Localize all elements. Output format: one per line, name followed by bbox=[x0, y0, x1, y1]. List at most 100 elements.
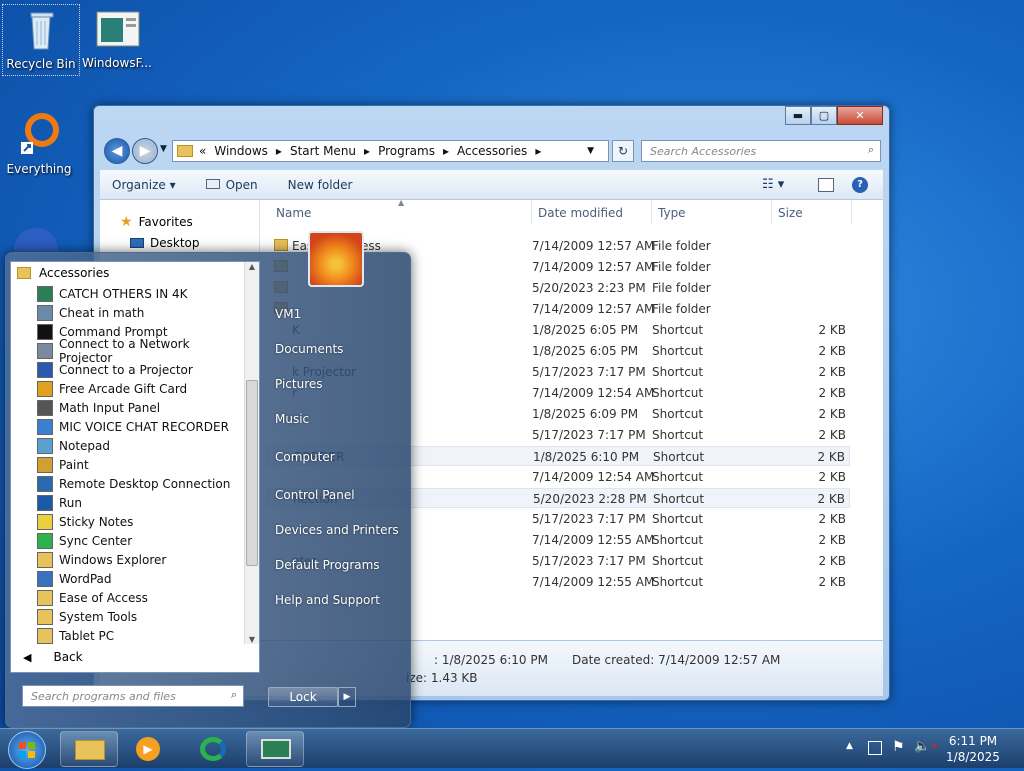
address-bar[interactable]: « Windows ▸ Start Menu ▸ Programs ▸ Accesso… bbox=[172, 140, 609, 162]
start-search-input[interactable]: Search programs and files ⌕ bbox=[22, 685, 244, 707]
open-button[interactable]: Open bbox=[205, 178, 258, 192]
row-size: 2 KB bbox=[818, 470, 846, 484]
address-segment-windows[interactable]: Windows bbox=[214, 144, 268, 158]
program-item[interactable]: Tablet PC bbox=[11, 626, 241, 645]
program-item[interactable]: Connect to a Network Projector bbox=[11, 337, 241, 365]
row-date: 7/14/2009 12:55 AM bbox=[532, 575, 655, 589]
chevron-right-icon[interactable]: ▸ bbox=[443, 144, 449, 158]
program-item[interactable]: MIC VOICE CHAT RECORDER bbox=[11, 417, 241, 436]
address-segment-accessories[interactable]: Accessories bbox=[457, 144, 527, 158]
network-icon[interactable] bbox=[868, 741, 882, 755]
program-item[interactable]: System Tools bbox=[11, 607, 241, 626]
column-date-modified[interactable]: Date modified bbox=[532, 200, 652, 224]
back-button[interactable]: ◀ Back bbox=[23, 650, 83, 664]
help-icon[interactable]: ? bbox=[852, 176, 868, 193]
address-segment-programs[interactable]: Programs bbox=[378, 144, 435, 158]
explorer-search-input[interactable]: Search Accessories ⌕ bbox=[641, 140, 881, 162]
taskbar-media-player[interactable]: ▶ bbox=[120, 731, 178, 767]
scroll-thumb[interactable] bbox=[246, 380, 258, 566]
recent-pages-chevron-icon[interactable]: ▼ bbox=[160, 144, 167, 154]
scroll-down-icon[interactable]: ▼ bbox=[245, 635, 259, 644]
nav-favorites[interactable]: ★ Favorites bbox=[120, 214, 193, 230]
volume-muted-icon[interactable]: 🔈✕ bbox=[914, 739, 939, 754]
shutdown-options-arrow-icon[interactable]: ▶ bbox=[338, 687, 356, 707]
chevron-right-icon[interactable]: ▸ bbox=[276, 144, 282, 158]
start-button[interactable] bbox=[8, 731, 46, 769]
clock-date[interactable]: 1/8/2025 bbox=[940, 750, 1006, 764]
detail-modified: : 1/8/2025 6:10 PM bbox=[434, 653, 548, 667]
desktop-partial-icon bbox=[14, 228, 58, 254]
program-item[interactable]: Windows Explorer bbox=[11, 550, 241, 569]
chevron-right-icon[interactable]: ▸ bbox=[364, 144, 370, 158]
program-item[interactable]: Ease of Access bbox=[11, 588, 241, 607]
minimize-button[interactable]: ▬ bbox=[785, 106, 811, 125]
taskbar-app-3[interactable] bbox=[184, 731, 242, 767]
start-right-item-music[interactable]: Music bbox=[275, 412, 309, 426]
program-item[interactable]: Paint bbox=[11, 455, 241, 474]
program-item[interactable]: Connect to a Projector bbox=[11, 360, 241, 379]
program-item[interactable]: Sync Center bbox=[11, 531, 241, 550]
user-picture[interactable] bbox=[308, 231, 364, 287]
organize-button[interactable]: Organize ▾ bbox=[112, 178, 176, 192]
scroll-up-icon[interactable]: ▲ bbox=[245, 262, 259, 271]
folder-icon bbox=[37, 589, 53, 606]
program-item[interactable]: Run bbox=[11, 493, 241, 512]
desktop-icon-everything[interactable]: Everything bbox=[0, 110, 78, 176]
clock-time[interactable]: 6:11 PM bbox=[940, 734, 1006, 748]
start-right-item-default-programs[interactable]: Default Programs bbox=[275, 558, 380, 572]
programs-scrollbar[interactable]: ▲ ▼ bbox=[244, 262, 259, 644]
address-segment-start-menu[interactable]: Start Menu bbox=[290, 144, 356, 158]
accessories-folder[interactable]: Accessories bbox=[17, 266, 109, 280]
search-icon: ⌕ bbox=[867, 143, 874, 156]
back-nav-button[interactable]: ◀ bbox=[104, 138, 130, 164]
start-right-item-vm1[interactable]: VM1 bbox=[275, 307, 301, 321]
preview-pane-icon[interactable] bbox=[818, 177, 834, 192]
close-button[interactable]: ✕ bbox=[837, 106, 883, 125]
start-right-item-pictures[interactable]: Pictures bbox=[275, 377, 323, 391]
program-item[interactable]: CATCH OTHERS IN 4K bbox=[11, 284, 241, 303]
media-player-icon: ▶ bbox=[136, 737, 160, 761]
show-hidden-icons-icon[interactable]: ▲ bbox=[846, 741, 853, 751]
program-icon bbox=[37, 456, 53, 473]
desktop-icon-windowsf[interactable]: WindowsF... bbox=[78, 4, 156, 70]
star-icon: ★ bbox=[120, 214, 133, 230]
address-dropdown-icon[interactable]: ▼ bbox=[587, 146, 594, 156]
program-item[interactable]: Cheat in math bbox=[11, 303, 241, 322]
recycle-bin-icon bbox=[17, 5, 65, 53]
lock-button[interactable]: Lock bbox=[268, 687, 338, 707]
start-right-item-documents[interactable]: Documents bbox=[275, 342, 343, 356]
row-type: Shortcut bbox=[653, 492, 705, 506]
taskbar-app-4[interactable] bbox=[246, 731, 304, 767]
chevron-right-icon[interactable]: ▸ bbox=[535, 144, 541, 158]
new-folder-button[interactable]: New folder bbox=[288, 178, 353, 192]
start-right-item-control-panel[interactable]: Control Panel bbox=[275, 488, 355, 502]
program-icon bbox=[37, 361, 53, 378]
row-size: 2 KB bbox=[818, 512, 846, 526]
program-item[interactable]: Math Input Panel bbox=[11, 398, 241, 417]
address-overflow[interactable]: « bbox=[199, 144, 206, 158]
refresh-button[interactable]: ↻ bbox=[612, 140, 634, 162]
start-right-item-help-and-support[interactable]: Help and Support bbox=[275, 593, 380, 607]
start-right-item-computer[interactable]: Computer bbox=[275, 450, 335, 464]
program-icon bbox=[37, 494, 53, 511]
folder-icon bbox=[274, 239, 288, 251]
view-options-icon[interactable]: ☷ ▾ bbox=[762, 177, 784, 192]
desktop-icon-recycle-bin[interactable]: Recycle Bin bbox=[2, 4, 80, 76]
column-size[interactable]: Size bbox=[772, 200, 852, 224]
action-center-flag-icon[interactable]: ⚑ bbox=[892, 739, 905, 755]
search-placeholder: Search Accessories bbox=[650, 145, 757, 158]
detail-size: ize: 1.43 KB bbox=[406, 671, 478, 685]
program-item[interactable]: Sticky Notes bbox=[11, 512, 241, 531]
taskbar-explorer[interactable] bbox=[60, 731, 118, 767]
maximize-button[interactable]: ▢ bbox=[811, 106, 837, 125]
program-item[interactable]: WordPad bbox=[11, 569, 241, 588]
nav-desktop[interactable]: Desktop bbox=[130, 236, 200, 250]
start-right-item-devices-and-printers[interactable]: Devices and Printers bbox=[275, 523, 399, 537]
program-item[interactable]: Notepad bbox=[11, 436, 241, 455]
program-item[interactable]: Remote Desktop Connection bbox=[11, 474, 241, 493]
column-type[interactable]: Type bbox=[652, 200, 772, 224]
program-item[interactable]: Free Arcade Gift Card bbox=[11, 379, 241, 398]
program-icon bbox=[37, 570, 53, 587]
program-label: Remote Desktop Connection bbox=[59, 476, 231, 491]
forward-nav-button[interactable]: ▶ bbox=[132, 138, 158, 164]
